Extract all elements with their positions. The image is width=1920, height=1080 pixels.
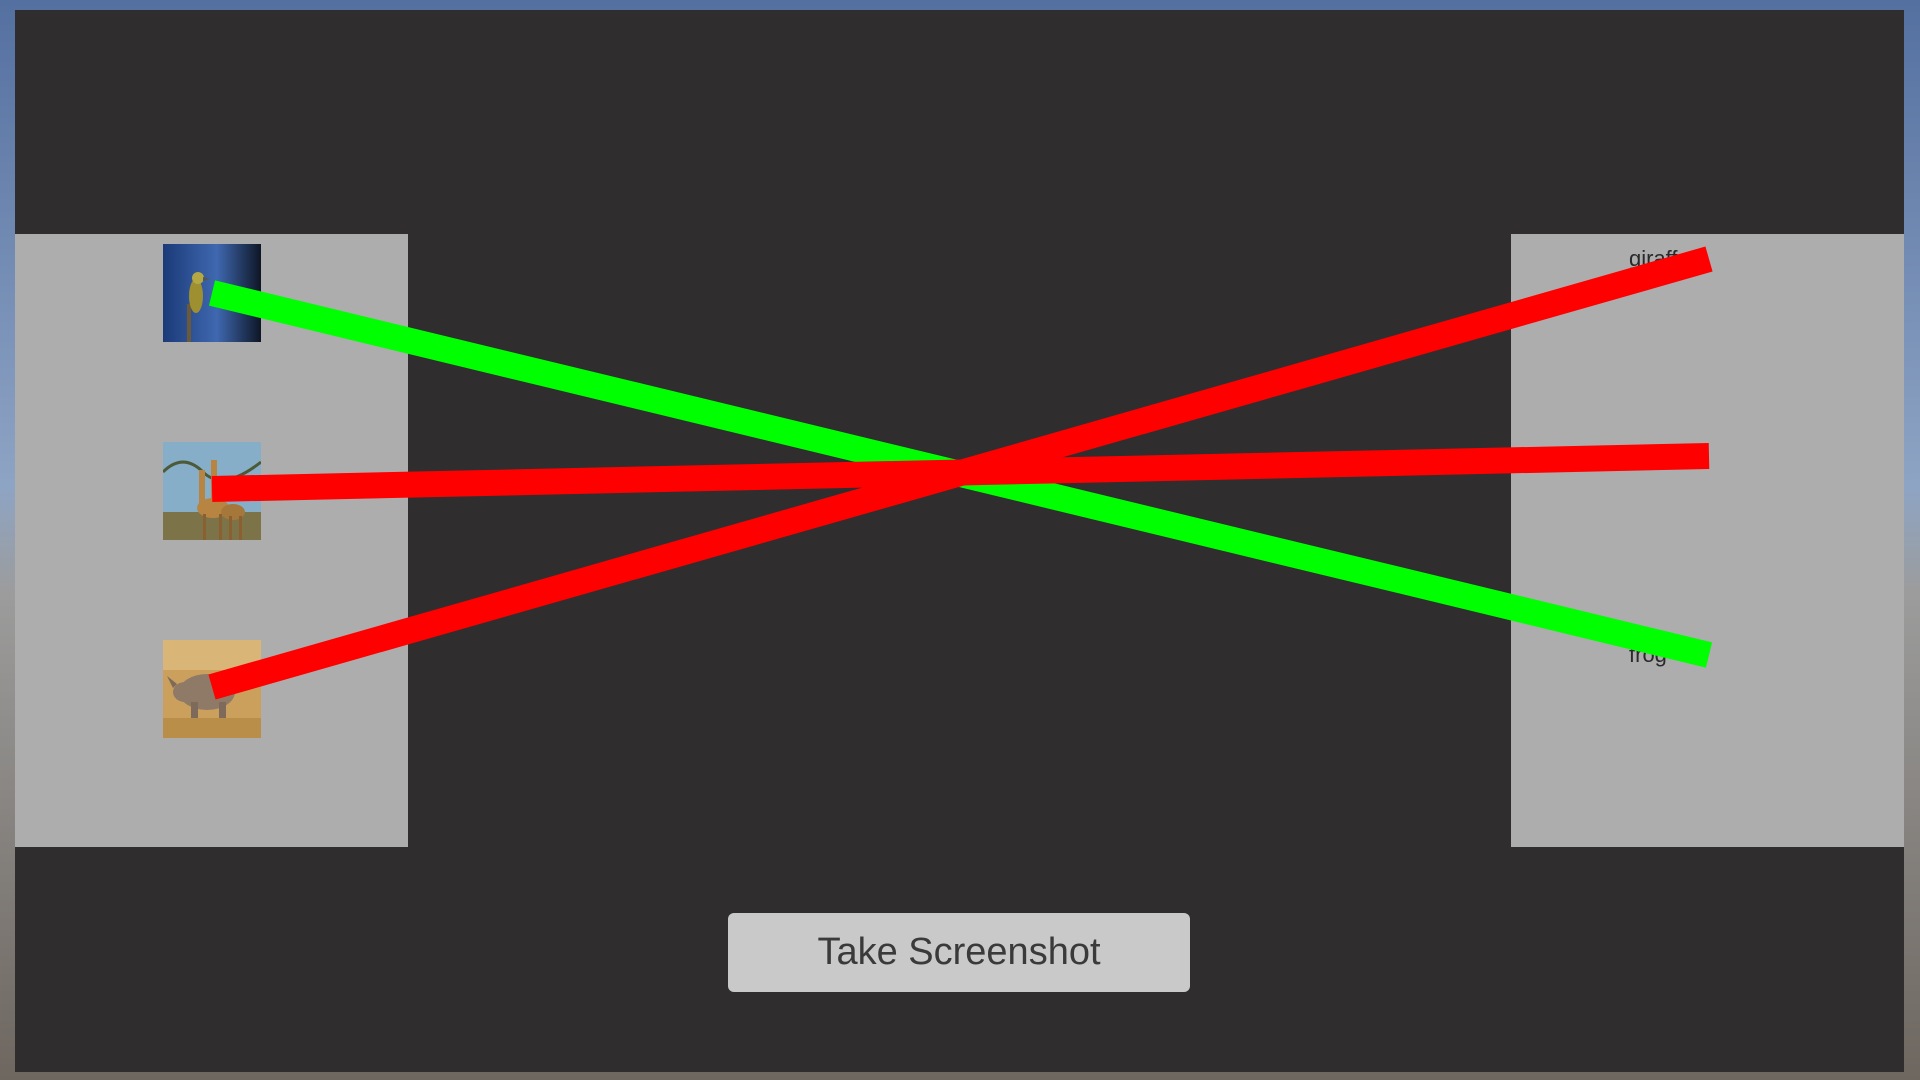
take-screenshot-button[interactable]: Take Screenshot	[728, 913, 1190, 992]
left-image-panel	[15, 234, 408, 847]
giraffe-image[interactable]	[163, 442, 261, 540]
label-giraffe[interactable]: giraffe	[1629, 246, 1690, 272]
match-line-wrong-1	[211, 443, 1710, 502]
rhino-image[interactable]	[163, 640, 261, 738]
match-line-wrong-2	[208, 246, 1713, 700]
label-frog[interactable]: frog	[1629, 642, 1667, 668]
match-line-correct	[208, 280, 1713, 668]
bird-image[interactable]	[163, 244, 261, 342]
game-view: giraffe frog Take Screenshot	[15, 10, 1904, 1072]
right-label-panel: giraffe frog	[1511, 234, 1904, 847]
